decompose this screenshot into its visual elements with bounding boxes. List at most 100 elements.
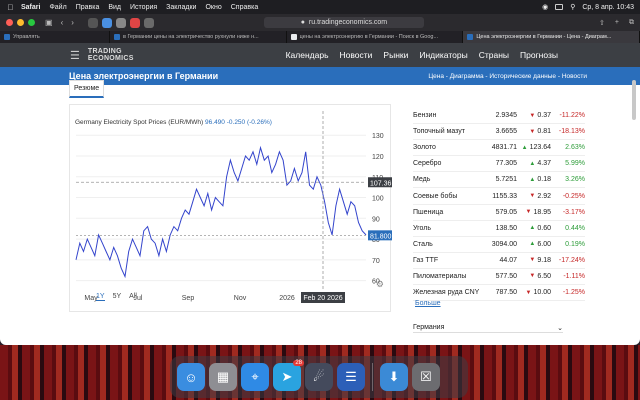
y-tick-label: 130 (372, 133, 384, 140)
launchpad-icon[interactable]: ▦ (209, 363, 237, 391)
close-window-icon[interactable] (6, 19, 13, 26)
sidebar-toggle-icon[interactable]: ▣ (45, 18, 53, 27)
safari-icon[interactable]: ⌖ (241, 363, 269, 391)
commodity-row[interactable]: Топочный мазут 3.6655 ▼ 0.81 -18.13% (413, 124, 585, 141)
tab-news[interactable]: в Германии цены на электричество рухнули… (110, 31, 287, 43)
menu-bookmarks[interactable]: Закладки (166, 4, 196, 11)
nav-news[interactable]: Новости (340, 50, 373, 60)
menu-help[interactable]: Справка (231, 4, 258, 11)
commodity-row[interactable]: Бензин 2.9345 ▼ 0.37 -11.22% (413, 108, 585, 125)
favorite-icon-1[interactable] (87, 17, 98, 28)
tab-label: в Германии цены на электричество рухнули… (123, 34, 259, 40)
range-5y[interactable]: 5Y (113, 293, 122, 301)
arrow-down-icon: ▼ (525, 289, 532, 296)
favorite-icon-3[interactable] (115, 17, 126, 28)
nav-calendar[interactable]: Календарь (286, 50, 329, 60)
commodity-name[interactable]: Топочный мазут (413, 128, 485, 135)
commodity-change-cell: ▲ 4.37 (517, 160, 551, 167)
telegram-icon[interactable]: ➤ 28 (273, 360, 304, 391)
trash-icon[interactable]: ☒ (412, 363, 440, 391)
range-1y[interactable]: 1Y (96, 293, 105, 301)
commodity-row[interactable]: Уголь 138.50 ▲ 0.60 0.44% (413, 221, 585, 237)
nav-countries[interactable]: Страны (479, 50, 509, 60)
commodity-price: 5.7251 (495, 176, 517, 184)
y-tick-label: 100 (372, 196, 384, 203)
hamburger-menu-icon[interactable]: ☰ (70, 49, 80, 62)
commodity-name[interactable]: Пиломатериалы (413, 273, 485, 280)
main-nav: Календарь Новости Рынки Индикаторы Стран… (286, 50, 558, 60)
share-icon[interactable]: ⇧ (599, 19, 605, 27)
more-link[interactable]: Больше (415, 300, 441, 307)
commodity-name[interactable]: Бензин (413, 112, 485, 119)
finder-icon[interactable]: ☺ (177, 363, 205, 391)
commodity-name[interactable]: Золото (413, 144, 485, 151)
commodity-change-cell: ▼ 18.95 (517, 209, 551, 216)
commodity-name[interactable]: Серебро (413, 160, 485, 167)
commodity-name[interactable]: Железная руда CNY (413, 289, 485, 296)
tab-trading-economics[interactable]: Цена электроэнергии в Германии - Цена - … (463, 31, 640, 43)
tab-overview-icon[interactable]: ⧉ (629, 19, 634, 27)
commodity-row[interactable]: Золото 4831.71 ▲ 123.64 2.63% (413, 140, 585, 157)
dock: ☺ ▦ ⌖ ➤ 28 ☄ ☰ ⬇ ☒ (170, 356, 468, 398)
commodity-row[interactable]: Железная руда CNY 787.50 ▼ 10.00 -1.25% (413, 285, 585, 302)
commodity-name[interactable]: Уголь (413, 225, 485, 232)
apple-menu-icon[interactable]:  (6, 3, 15, 12)
price-chart[interactable]: Germany Electricity Spot Prices (EUR/MWh… (69, 104, 392, 313)
minimize-window-icon[interactable] (17, 19, 24, 26)
tab-bar: Управлять в Германии цены на электричест… (0, 31, 640, 43)
commodity-row[interactable]: Медь 5.7251 ▲ 0.18 3.26% (413, 172, 585, 189)
commodity-name[interactable]: Медь (413, 176, 485, 183)
range-all[interactable]: All (129, 293, 137, 301)
favorite-icon-2[interactable] (101, 17, 112, 28)
tab-label: Управлять (13, 34, 40, 40)
wifi-icon[interactable]: ◉ (542, 3, 548, 11)
commodity-row[interactable]: Пиломатериалы 577.50 ▼ 6.50 -1.11% (413, 269, 585, 286)
tab-manage[interactable]: Управлять (0, 31, 110, 43)
search-icon[interactable]: ⚲ (570, 3, 575, 11)
menu-file[interactable]: Файл (49, 4, 66, 11)
chart-plot[interactable]: 60708090100110120130MayJulSepNov2026107.… (70, 105, 392, 313)
forward-icon[interactable]: › (71, 18, 74, 27)
chevron-down-icon: ⌄ (557, 325, 563, 332)
commodity-row[interactable]: Соевые бобы 1155.33 ▼ 2.92 -0.25% (413, 188, 585, 205)
commodity-name[interactable]: Соевые бобы (413, 193, 485, 200)
commodity-name[interactable]: Газ TTF (413, 257, 485, 264)
commodity-row[interactable]: Пшеница 579.05 ▼ 18.95 -3.17% (413, 205, 585, 221)
commodity-price: 787.50 (495, 289, 517, 297)
commodity-row[interactable]: Серебро 77.305 ▲ 4.37 5.99% (413, 156, 585, 173)
rocket-icon[interactable]: ☄ (305, 363, 333, 391)
address-bar[interactable]: ● ru.tradingeconomics.com (263, 17, 424, 28)
downloads-icon[interactable]: ⬇ (380, 363, 408, 391)
battery-icon[interactable] (555, 4, 564, 10)
chart-settings-icon[interactable]: ⚙ (376, 279, 384, 290)
breadcrumb[interactable]: Цена - Диаграмма - Исторические данные -… (428, 73, 587, 80)
nav-forecasts[interactable]: Прогнозы (520, 50, 558, 60)
menubar-clock[interactable]: Ср, 8 апр. 10:43 (582, 4, 634, 11)
nav-indicators[interactable]: Индикаторы (419, 50, 467, 60)
new-tab-icon[interactable]: + (615, 19, 619, 27)
site-logo[interactable]: TRADING ECONOMICS (88, 48, 134, 62)
favorite-icon-5[interactable] (143, 17, 154, 28)
macos-menubar:  Safari Файл Правка Вид История Закладк… (0, 0, 640, 14)
commodity-percent: -1.11% (563, 272, 585, 280)
menu-app-name[interactable]: Safari (21, 4, 40, 11)
commodity-row[interactable]: Газ TTF 44.07 ▼ 9.18 -17.24% (413, 253, 585, 269)
country-selector[interactable]: Германия ⌄ (413, 324, 563, 333)
back-icon[interactable]: ‹ (61, 18, 64, 27)
commodity-name[interactable]: Сталь (413, 241, 485, 248)
x-tick-label: Nov (234, 295, 247, 302)
notes-icon[interactable]: ☰ (337, 363, 365, 391)
arrow-up-icon: ▲ (529, 241, 536, 248)
page-scrollbar[interactable] (632, 80, 636, 120)
tab-summary[interactable]: Резюме (69, 80, 105, 98)
commodity-name[interactable]: Пшеница (413, 209, 485, 216)
menu-edit[interactable]: Правка (76, 4, 100, 11)
favorite-icon-4[interactable] (129, 17, 140, 28)
tab-google-search[interactable]: цены на электроэнергию в Германии - Поис… (287, 31, 464, 43)
nav-markets[interactable]: Рынки (383, 50, 408, 60)
menu-view[interactable]: Вид (108, 4, 121, 11)
menu-window[interactable]: Окно (205, 4, 221, 11)
menu-history[interactable]: История (130, 4, 157, 11)
zoom-window-icon[interactable] (28, 19, 35, 26)
commodity-row[interactable]: Сталь 3094.00 ▲ 6.00 0.19% (413, 237, 585, 253)
